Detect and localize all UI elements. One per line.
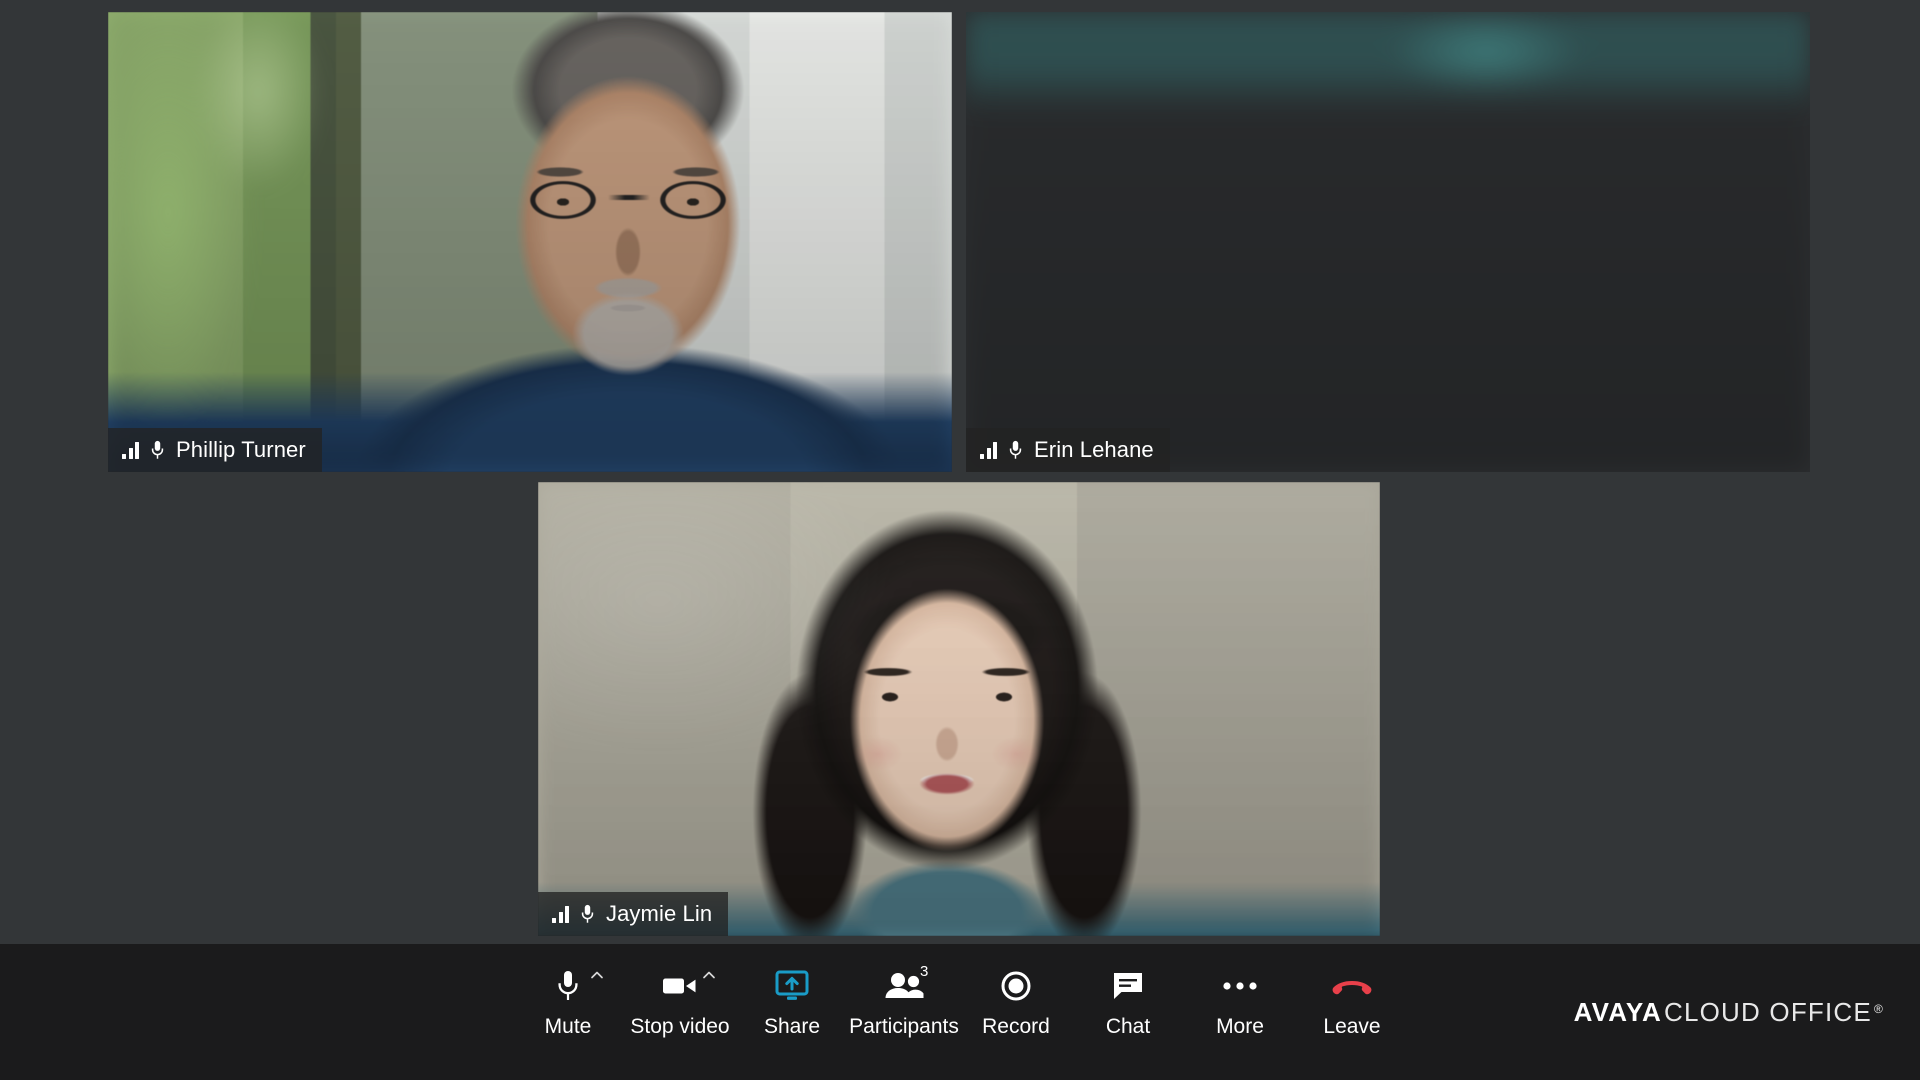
chat-bubble-icon: [1112, 971, 1144, 1001]
meeting-toolbar: Mute Stop video: [0, 944, 1920, 1080]
video-feed: [108, 12, 952, 472]
leave-button[interactable]: Leave: [1296, 966, 1408, 1037]
ellipsis-icon: [1222, 980, 1258, 992]
share-label: Share: [764, 1016, 820, 1037]
meeting-window: Phillip Turner Erin Lehane: [0, 0, 1920, 1080]
participants-count-badge: 3: [920, 964, 928, 979]
microphone-icon: [580, 904, 595, 924]
share-screen-icon: [775, 970, 809, 1002]
record-label: Record: [982, 1016, 1050, 1037]
chat-icon-wrap: [1112, 966, 1144, 1006]
more-button[interactable]: More: [1184, 966, 1296, 1037]
video-feed: [966, 12, 1810, 472]
share-button[interactable]: Share: [736, 966, 848, 1037]
signal-bars-icon: [980, 442, 997, 459]
mute-label: Mute: [545, 1016, 592, 1037]
share-icon-wrap: [775, 966, 809, 1006]
video-feed: [538, 482, 1380, 936]
microphone-icon: [1008, 440, 1023, 460]
record-circle-icon: [1001, 971, 1031, 1001]
stop-video-label: Stop video: [630, 1016, 729, 1037]
leave-icon-wrap: [1331, 966, 1373, 1006]
mute-icon-wrap: [555, 966, 581, 1006]
chevron-up-icon[interactable]: [702, 968, 716, 982]
participant-name: Phillip Turner: [176, 439, 306, 461]
participant-name: Erin Lehane: [1034, 439, 1154, 461]
stop-video-icon-wrap: [662, 966, 698, 1006]
video-camera-icon: [662, 974, 698, 998]
signal-bars-icon: [552, 906, 569, 923]
mute-button[interactable]: Mute: [512, 966, 624, 1037]
record-button[interactable]: Record: [960, 966, 1072, 1037]
more-label: More: [1216, 1016, 1264, 1037]
chat-button[interactable]: Chat: [1072, 966, 1184, 1037]
participants-icon-wrap: 3: [884, 966, 924, 1006]
participants-label: Participants: [849, 1016, 959, 1037]
video-grid: Phillip Turner Erin Lehane: [0, 0, 1920, 944]
nameplate: Jaymie Lin: [538, 892, 728, 936]
microphone-icon: [555, 969, 581, 1003]
leave-label: Leave: [1323, 1016, 1380, 1037]
chevron-up-icon[interactable]: [590, 968, 604, 982]
hangup-phone-icon: [1331, 974, 1373, 998]
nameplate: Erin Lehane: [966, 428, 1170, 472]
more-icon-wrap: [1222, 966, 1258, 1006]
chat-label: Chat: [1106, 1016, 1150, 1037]
video-tile-phillip-turner[interactable]: Phillip Turner: [108, 12, 952, 472]
record-icon-wrap: [1001, 966, 1031, 1006]
microphone-icon: [150, 440, 165, 460]
stop-video-button[interactable]: Stop video: [624, 966, 736, 1037]
participant-name: Jaymie Lin: [606, 903, 712, 925]
video-tile-jaymie-lin[interactable]: Jaymie Lin: [538, 482, 1380, 936]
video-tile-erin-lehane[interactable]: Erin Lehane: [966, 12, 1810, 472]
participants-button[interactable]: 3 Participants: [848, 966, 960, 1037]
participants-icon: [884, 972, 924, 1000]
signal-bars-icon: [122, 442, 139, 459]
nameplate: Phillip Turner: [108, 428, 322, 472]
